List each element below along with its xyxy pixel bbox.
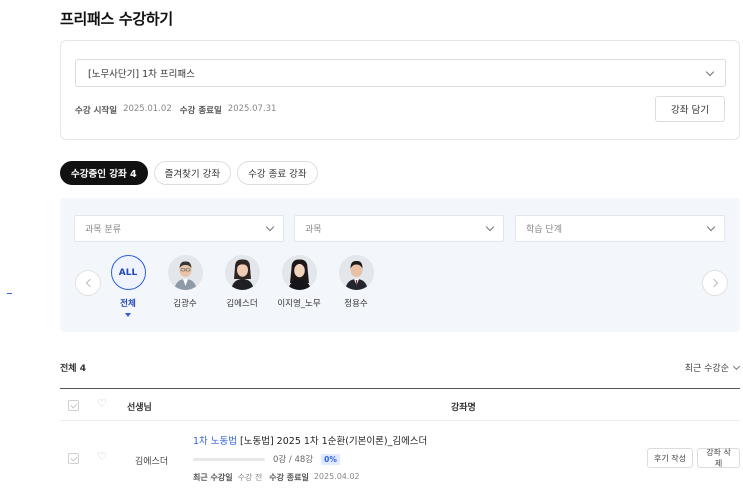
chevron-right-icon [709, 278, 718, 288]
column-course: 강좌명 [451, 403, 476, 413]
stage-select-placeholder: 학습 단계 [526, 225, 562, 235]
heart-icon[interactable]: ♡ [97, 451, 107, 462]
tab-ended[interactable]: 수강 종료 강좌 [237, 161, 318, 185]
recent-date-label: 최근 수강일 [193, 473, 233, 482]
course-name: [노동법] 2025 1차 1순환(기본이론)_김에스더 [240, 436, 428, 447]
pass-dates: 수강 시작일 2025.01.02 수강 종료일 2025.07.31 [75, 104, 276, 116]
caret-down-icon [125, 313, 131, 317]
course-tabs: 수강중인 강좌 4 즐겨찾기 강좌 수강 종료 강좌 [60, 161, 318, 185]
course-title-link[interactable]: 1차 노동법 [노동법] 2025 1차 1순환(기본이론)_김에스더 [193, 433, 427, 447]
total-count: 전체 4 [60, 364, 86, 374]
teacher-name: 김광수 [173, 299, 197, 309]
select-all-checkbox[interactable] [68, 400, 79, 411]
start-date-label: 수강 시작일 [75, 106, 118, 116]
end-date-value: 2025.04.02 [313, 472, 360, 481]
start-date-value: 2025.01.02 [123, 104, 172, 114]
chevron-down-icon [705, 67, 715, 76]
avatar [338, 255, 374, 290]
tab-favorites[interactable]: 즐겨찾기 강좌 [153, 161, 232, 185]
write-review-button[interactable]: 후기 작성 [647, 448, 693, 468]
heart-icon[interactable]: ♡ [97, 398, 107, 409]
table-header: ♡ 선생님 강좌명 [60, 388, 740, 421]
category-select[interactable]: 과목 분류 [74, 215, 284, 242]
teacher-name: 전체 [120, 299, 136, 309]
delete-course-button[interactable]: 강좌 삭제 [697, 448, 740, 468]
progress-percent-badge: 0% [321, 453, 340, 465]
teacher-name: 정용수 [344, 299, 368, 309]
all-badge: ALL [110, 255, 146, 290]
teacher-name: 김에스더 [226, 299, 258, 309]
end-date-label: 수강 종료일 [269, 473, 309, 482]
pass-select-value: [노무사단기] 1차 프리패스 [88, 69, 195, 80]
chevron-down-icon [706, 222, 716, 232]
teacher-item-2[interactable]: 김에스더 [224, 255, 260, 317]
page-title: 프리패스 수강하기 [60, 10, 173, 28]
row-teacher-name: 김에스더 [135, 457, 169, 467]
chevron-down-icon [265, 222, 275, 232]
sort-select[interactable]: 최근 수강순 [684, 361, 741, 374]
progress-bar [193, 457, 265, 461]
course-subject: 1차 노동법 [193, 436, 238, 447]
teacher-item-4[interactable]: 정용수 [338, 255, 374, 317]
pass-select[interactable]: [노무사단기] 1차 프리패스 [75, 59, 726, 87]
column-teacher: 선생님 [127, 403, 152, 413]
subject-select[interactable]: 과목 [294, 215, 504, 242]
recent-date-value: 수강 전 [237, 473, 263, 482]
end-date-label: 수강 종료일 [179, 106, 222, 116]
row-checkbox[interactable] [68, 453, 79, 464]
end-date-value: 2025.07.31 [227, 104, 277, 114]
sort-label: 최근 수강순 [684, 364, 729, 374]
filter-panel: 과목 분류 과목 학습 단계 ALL 전체 김광수 김에스더 이지영_노무 정용… [60, 198, 740, 332]
subject-select-placeholder: 과목 [305, 225, 322, 235]
chevron-down-icon [732, 362, 741, 370]
avatar [224, 255, 260, 290]
row-dates: 최근 수강일 수강 전 수강 종료일 2025.04.02 [193, 472, 360, 483]
chevron-left-icon [85, 278, 94, 288]
tab-in-progress[interactable]: 수강중인 강좌 4 [60, 161, 148, 185]
teacher-item-1[interactable]: 김광수 [167, 255, 203, 317]
teacher-carousel: ALL 전체 김광수 김에스더 이지영_노무 정용수 [110, 255, 374, 317]
pass-panel: [노무사단기] 1차 프리패스 수강 시작일 2025.01.02 수강 종료일… [60, 40, 740, 140]
lecture-count: 0강 / 48강 [273, 455, 314, 465]
side-marker [7, 293, 12, 294]
stage-select[interactable]: 학습 단계 [515, 215, 725, 242]
teacher-item-3[interactable]: 이지영_노무 [277, 255, 321, 317]
avatar [167, 255, 203, 290]
teacher-item-all[interactable]: ALL 전체 [110, 255, 146, 317]
teacher-name: 이지영_노무 [277, 299, 321, 309]
teacher-prev-button[interactable] [75, 270, 101, 296]
course-progress: 0강 / 48강 0% [193, 453, 340, 465]
table-row: ♡ 김에스더 1차 노동법 [노동법] 2025 1차 1순환(기본이론)_김에스… [60, 421, 740, 489]
avatar [281, 255, 317, 290]
teacher-next-button[interactable] [702, 270, 728, 296]
chevron-down-icon [485, 222, 495, 232]
category-select-placeholder: 과목 분류 [85, 225, 121, 235]
add-course-button[interactable]: 강좌 담기 [655, 96, 725, 122]
